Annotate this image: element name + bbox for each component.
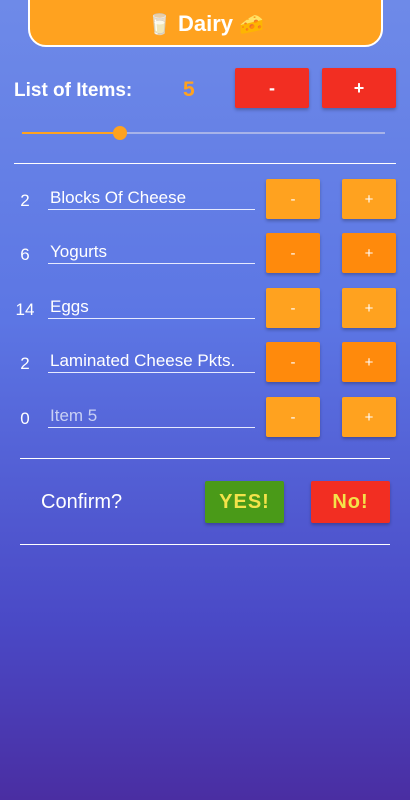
no-button[interactable]: No!	[311, 481, 390, 523]
item-count-row: List of Items: 5 - +	[0, 68, 410, 110]
item-name-field[interactable]: Yogurts	[48, 242, 255, 264]
item-increment-button[interactable]: +	[342, 233, 396, 273]
item-count-slider[interactable]	[22, 126, 385, 140]
item-decrement-button[interactable]: -	[266, 397, 320, 437]
app-header: 🥛 Dairy 🧀	[28, 0, 383, 47]
yes-button[interactable]: YES!	[205, 481, 284, 523]
increase-count-button[interactable]: +	[322, 68, 396, 108]
top-divider	[14, 163, 396, 164]
slider-fill	[22, 132, 120, 134]
bottom-divider	[20, 544, 390, 545]
item-decrement-button[interactable]: -	[266, 233, 320, 273]
slider-thumb[interactable]	[113, 126, 127, 140]
middle-divider	[20, 458, 390, 459]
item-quantity: 0	[20, 409, 30, 428]
item-decrement-button[interactable]: -	[266, 342, 320, 382]
item-increment-button[interactable]: +	[342, 397, 396, 437]
list-item: 2 Blocks Of Cheese - +	[0, 179, 410, 221]
item-name-field[interactable]: Laminated Cheese Pkts.	[48, 351, 255, 373]
item-decrement-button[interactable]: -	[266, 179, 320, 219]
milk-glass-icon: 🥛	[147, 11, 172, 36]
item-name-field[interactable]: Blocks Of Cheese	[48, 188, 255, 210]
item-quantity: 2	[20, 191, 30, 210]
list-count-value: 5	[183, 78, 195, 101]
item-increment-button[interactable]: +	[342, 342, 396, 382]
decrease-count-button[interactable]: -	[235, 68, 309, 108]
list-item: 2 Laminated Cheese Pkts. - +	[0, 342, 410, 384]
cheese-icon: 🧀	[239, 11, 264, 36]
list-item: 0 Item 5 - +	[0, 397, 410, 439]
item-increment-button[interactable]: +	[342, 288, 396, 328]
item-decrement-button[interactable]: -	[266, 288, 320, 328]
item-quantity: 6	[20, 245, 30, 264]
item-name-field[interactable]: Eggs	[48, 297, 255, 319]
confirm-label: Confirm?	[41, 491, 123, 513]
list-item: 14 Eggs - +	[0, 288, 410, 330]
item-name-field[interactable]: Item 5	[48, 406, 255, 428]
header-title: Dairy	[177, 10, 234, 36]
list-item: 6 Yogurts - +	[0, 233, 410, 275]
item-quantity: 2	[20, 354, 30, 373]
list-count-label: List of Items:	[14, 80, 133, 101]
item-increment-button[interactable]: +	[342, 179, 396, 219]
item-quantity: 14	[15, 300, 35, 319]
